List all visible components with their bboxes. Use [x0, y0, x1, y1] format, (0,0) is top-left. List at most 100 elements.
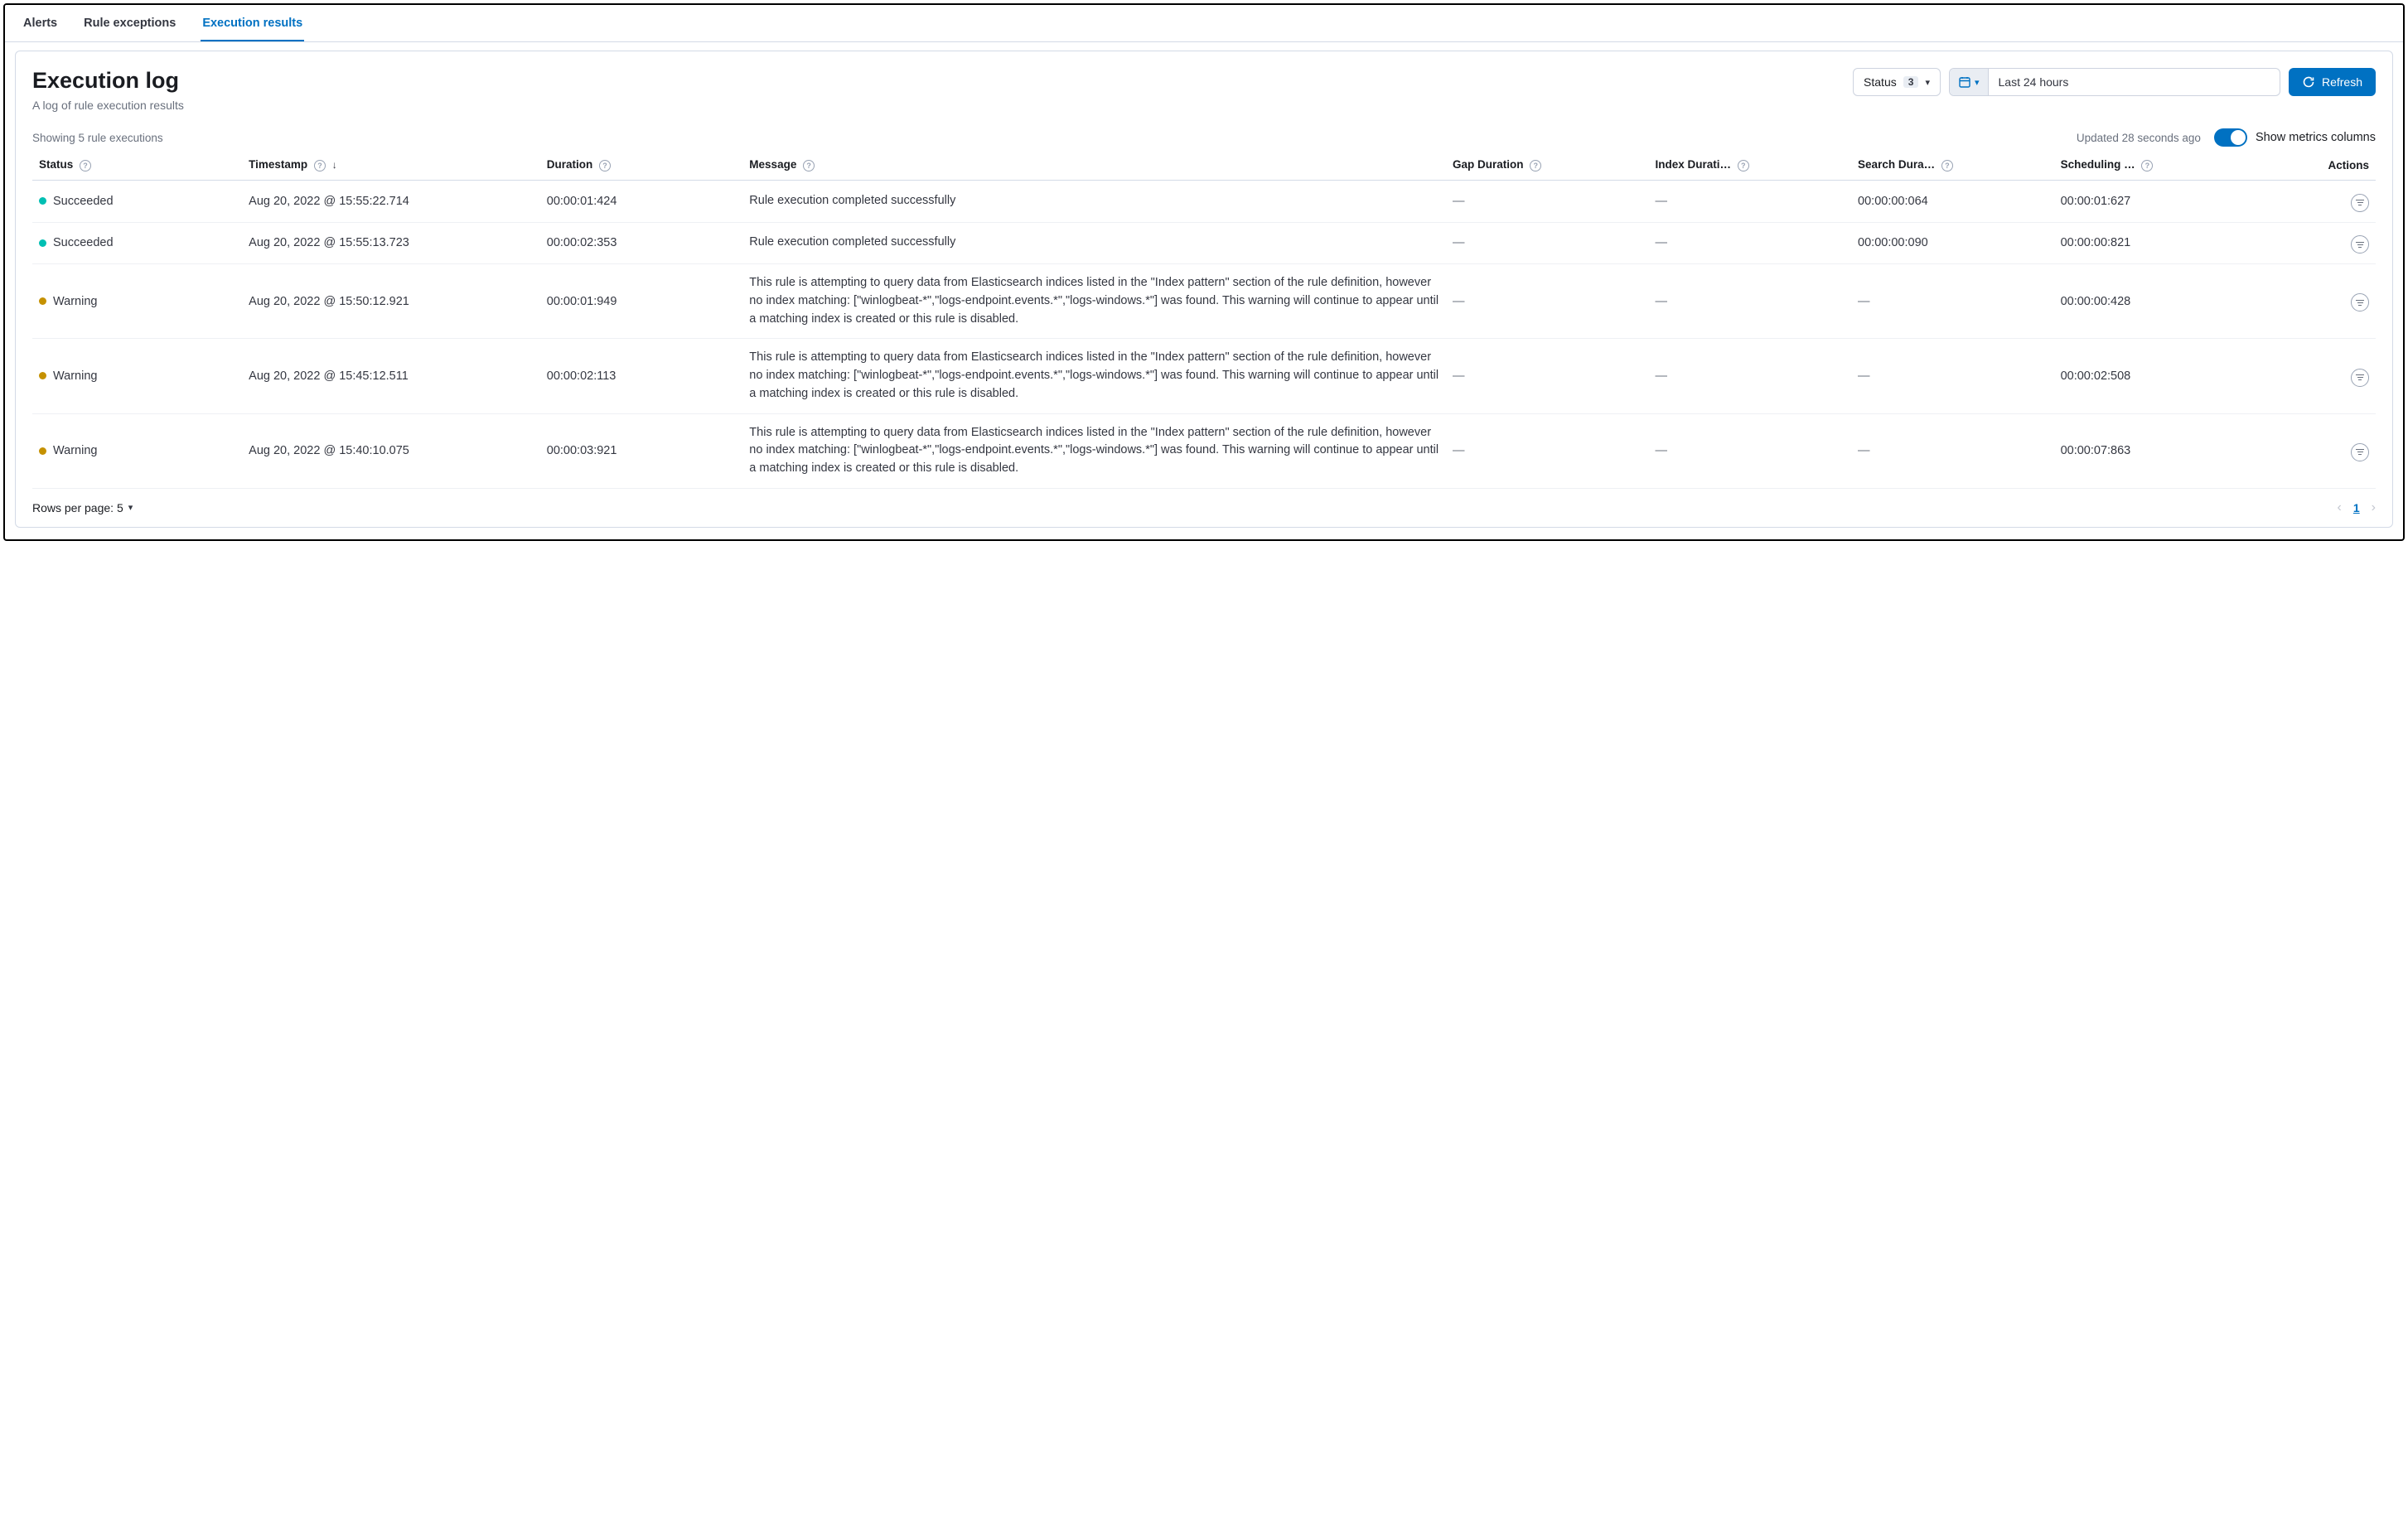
- message-cell: This rule is attempting to query data fr…: [742, 339, 1446, 413]
- duration-cell: 00:00:03:921: [540, 413, 743, 488]
- index-duration-cell: —: [1649, 181, 1852, 223]
- pagination: ‹ 1 ›: [2338, 500, 2376, 515]
- row-actions-button[interactable]: [2351, 235, 2369, 254]
- chevron-down-icon: ▾: [1975, 77, 1980, 88]
- filter-icon: [2356, 449, 2364, 455]
- refresh-button[interactable]: Refresh: [2289, 68, 2376, 96]
- filter-icon: [2356, 242, 2364, 248]
- col-timestamp[interactable]: Timestamp ? ↓: [242, 152, 540, 181]
- help-icon[interactable]: ?: [803, 160, 815, 171]
- col-status-label: Status: [39, 158, 73, 171]
- status-filter-label: Status: [1864, 75, 1897, 89]
- status-dot-icon: [39, 197, 46, 205]
- status-text: Succeeded: [53, 195, 114, 208]
- help-icon[interactable]: ?: [80, 160, 91, 171]
- col-actions-label: Actions: [2328, 159, 2369, 171]
- search-duration-cell: 00:00:00:064: [1851, 181, 2054, 223]
- search-duration-cell: 00:00:00:090: [1851, 222, 2054, 264]
- show-metrics-label: Show metrics columns: [2256, 131, 2376, 144]
- row-actions-button[interactable]: [2351, 369, 2369, 387]
- col-scheduling[interactable]: Scheduling … ?: [2054, 152, 2257, 181]
- execution-log-table: Status ? Timestamp ? ↓ Duration ?: [32, 152, 2376, 489]
- row-actions-button[interactable]: [2351, 194, 2369, 212]
- status-text: Warning: [53, 444, 97, 457]
- help-icon[interactable]: ?: [599, 160, 611, 171]
- date-range-picker[interactable]: ▾ Last 24 hours: [1949, 68, 2280, 96]
- message-cell: This rule is attempting to query data fr…: [742, 413, 1446, 488]
- page-prev[interactable]: ‹: [2338, 500, 2342, 515]
- filter-icon: [2356, 300, 2364, 306]
- rows-per-page[interactable]: Rows per page: 5 ▾: [32, 501, 133, 514]
- help-icon[interactable]: ?: [314, 160, 326, 171]
- refresh-label: Refresh: [2322, 75, 2362, 89]
- col-search-duration[interactable]: Search Dura… ?: [1851, 152, 2054, 181]
- col-scheduling-label: Scheduling …: [2061, 158, 2135, 171]
- status-filter-count: 3: [1903, 76, 1919, 88]
- index-duration-cell: —: [1649, 222, 1852, 264]
- message-cell: Rule execution completed successfully: [742, 181, 1446, 223]
- search-duration-cell: —: [1851, 264, 2054, 339]
- help-icon[interactable]: ?: [1738, 160, 1749, 171]
- duration-cell: 00:00:01:949: [540, 264, 743, 339]
- timestamp-cell: Aug 20, 2022 @ 15:50:12.921: [242, 264, 540, 339]
- index-duration-cell: —: [1649, 413, 1852, 488]
- table-row: WarningAug 20, 2022 @ 15:50:12.92100:00:…: [32, 264, 2376, 339]
- col-gap-label: Gap Duration: [1453, 158, 1524, 171]
- col-index-duration[interactable]: Index Durati… ?: [1649, 152, 1852, 181]
- status-cell: Succeeded: [39, 195, 235, 208]
- table-row: WarningAug 20, 2022 @ 15:40:10.07500:00:…: [32, 413, 2376, 488]
- show-metrics-toggle[interactable]: [2214, 128, 2247, 147]
- tab-alerts[interactable]: Alerts: [22, 5, 59, 41]
- message-cell: Rule execution completed successfully: [742, 222, 1446, 264]
- help-icon[interactable]: ?: [1530, 160, 1541, 171]
- status-text: Warning: [53, 295, 97, 308]
- col-message[interactable]: Message ?: [742, 152, 1446, 181]
- scheduling-cell: 00:00:02:508: [2054, 339, 2257, 413]
- col-search-label: Search Dura…: [1858, 158, 1935, 171]
- status-filter[interactable]: Status 3 ▾: [1853, 68, 1941, 96]
- filter-icon: [2356, 200, 2364, 205]
- help-icon[interactable]: ?: [1941, 160, 1953, 171]
- col-duration[interactable]: Duration ?: [540, 152, 743, 181]
- help-icon[interactable]: ?: [2141, 160, 2153, 171]
- col-gap-duration[interactable]: Gap Duration ?: [1446, 152, 1649, 181]
- execution-log-panel: Execution log A log of rule execution re…: [15, 51, 2393, 528]
- gap-duration-cell: —: [1446, 413, 1649, 488]
- page-next[interactable]: ›: [2372, 500, 2376, 515]
- duration-cell: 00:00:01:424: [540, 181, 743, 223]
- col-status[interactable]: Status ?: [32, 152, 242, 181]
- table-row: SucceededAug 20, 2022 @ 15:55:13.72300:0…: [32, 222, 2376, 264]
- gap-duration-cell: —: [1446, 264, 1649, 339]
- refresh-icon: [2302, 75, 2315, 89]
- status-cell: Warning: [39, 444, 235, 457]
- updated-timestamp: Updated 28 seconds ago: [2077, 132, 2201, 144]
- page-number[interactable]: 1: [2353, 501, 2360, 514]
- date-range-value: Last 24 hours: [1989, 69, 2280, 95]
- col-timestamp-label: Timestamp: [249, 158, 307, 171]
- gap-duration-cell: —: [1446, 222, 1649, 264]
- duration-cell: 00:00:02:353: [540, 222, 743, 264]
- row-actions-button[interactable]: [2351, 293, 2369, 311]
- table-row: SucceededAug 20, 2022 @ 15:55:22.71400:0…: [32, 181, 2376, 223]
- row-actions-button[interactable]: [2351, 443, 2369, 461]
- duration-cell: 00:00:02:113: [540, 339, 743, 413]
- col-message-label: Message: [749, 158, 796, 171]
- status-cell: Warning: [39, 369, 235, 383]
- calendar-button[interactable]: ▾: [1950, 69, 1989, 95]
- status-cell: Warning: [39, 295, 235, 308]
- timestamp-cell: Aug 20, 2022 @ 15:40:10.075: [242, 413, 540, 488]
- scheduling-cell: 00:00:07:863: [2054, 413, 2257, 488]
- col-actions: Actions: [2256, 152, 2376, 181]
- status-dot-icon: [39, 239, 46, 247]
- page-subtitle: A log of rule execution results: [32, 99, 184, 112]
- timestamp-cell: Aug 20, 2022 @ 15:45:12.511: [242, 339, 540, 413]
- scheduling-cell: 00:00:00:428: [2054, 264, 2257, 339]
- gap-duration-cell: —: [1446, 181, 1649, 223]
- status-text: Succeeded: [53, 236, 114, 249]
- chevron-down-icon: ▾: [128, 502, 133, 513]
- table-row: WarningAug 20, 2022 @ 15:45:12.51100:00:…: [32, 339, 2376, 413]
- tab-rule-exceptions[interactable]: Rule exceptions: [82, 5, 177, 41]
- calendar-icon: [1958, 75, 1971, 89]
- tab-execution-results[interactable]: Execution results: [201, 5, 304, 41]
- rows-per-page-label: Rows per page: 5: [32, 501, 123, 514]
